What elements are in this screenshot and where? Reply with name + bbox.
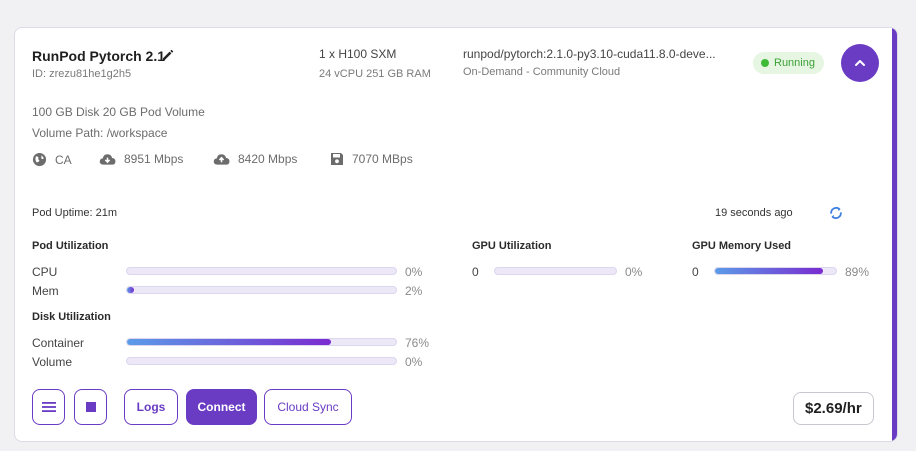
gpu-memory-title: GPU Memory Used: [692, 240, 792, 252]
disk-utilization-title: Disk Utilization: [32, 311, 111, 323]
container-progress-fill: [127, 339, 332, 345]
upload-speed: 8420 Mbps: [238, 152, 298, 166]
download-speed: 8951 Mbps: [124, 152, 184, 166]
gpu-spec: 24 vCPU 251 GB RAM: [319, 68, 431, 80]
mem-label: Mem: [32, 284, 59, 298]
collapse-button[interactable]: [841, 44, 879, 82]
stat-disk-speed: 7070 MBps: [330, 152, 413, 166]
stat-region: CA: [32, 152, 72, 167]
volume-label: Volume: [32, 355, 73, 369]
gpu-util-percent: 0%: [625, 265, 643, 279]
menu-button[interactable]: [32, 389, 65, 425]
card-accent-bar: [892, 28, 897, 441]
pod-card: RunPod Pytorch 2.1 ID: zrezu81he1g2h5 1 …: [14, 27, 898, 442]
volume-path: Volume Path: /workspace: [32, 126, 168, 140]
disk-info: 100 GB Disk 20 GB Pod Volume: [32, 105, 205, 119]
volume-progress-bar: [126, 357, 397, 365]
cloud-upload-icon: [213, 154, 230, 165]
container-label: Container: [32, 336, 85, 350]
refresh-icon[interactable]: [828, 205, 844, 221]
pod-utilization-title: Pod Utilization: [32, 240, 109, 252]
chevron-up-icon: [855, 60, 865, 66]
stat-download: 8951 Mbps: [99, 152, 183, 166]
gpu-mem-index: 0: [692, 265, 699, 279]
cpu-progress-bar: [126, 267, 397, 275]
floppy-disk-icon: [331, 153, 343, 165]
cpu-label: CPU: [32, 265, 58, 279]
region-label: CA: [55, 152, 72, 167]
container-percent: 76%: [405, 336, 430, 350]
connect-button[interactable]: Connect: [186, 389, 257, 425]
price-per-hour: $2.69/hr: [793, 392, 874, 425]
container-image: runpod/pytorch:2.1.0-py3.10-cuda11.8.0-d…: [463, 47, 716, 61]
pod-id: ID: zrezu81he1g2h5: [32, 68, 132, 80]
mem-percent: 2%: [405, 284, 423, 298]
globe-icon: [32, 152, 47, 167]
gpu-util-progress-bar: [494, 267, 617, 275]
container-progress-bar: [126, 338, 397, 346]
stat-upload: 8420 Mbps: [213, 152, 297, 166]
pod-name: RunPod Pytorch 2.1: [32, 48, 166, 64]
status-label: Running: [774, 57, 815, 69]
stop-button[interactable]: [74, 389, 107, 425]
status-dot-icon: [761, 59, 769, 67]
gpu-type: 1 x H100 SXM: [319, 47, 397, 61]
status-badge: Running: [753, 52, 824, 74]
gpu-mem-percent: 89%: [845, 265, 870, 279]
cloud-type: On-Demand - Community Cloud: [463, 66, 621, 78]
cloud-download-icon: [99, 154, 116, 165]
logs-button[interactable]: Logs: [124, 389, 178, 425]
gpu-utilization-title: GPU Utilization: [472, 240, 552, 252]
gpu-mem-progress-bar: [714, 267, 837, 275]
pod-uptime: Pod Uptime: 21m: [32, 207, 117, 219]
mem-progress-bar: [126, 286, 397, 294]
gpu-util-index: 0: [472, 265, 479, 279]
disk-speed: 7070 MBps: [352, 152, 413, 166]
hamburger-menu-icon: [41, 402, 56, 412]
volume-percent: 0%: [405, 355, 423, 369]
stop-square-icon: [85, 402, 96, 412]
cloud-sync-button[interactable]: Cloud Sync: [264, 389, 352, 425]
mem-progress-fill: [127, 287, 134, 293]
gpu-mem-progress-fill: [715, 268, 823, 274]
cpu-percent: 0%: [405, 265, 423, 279]
last-updated: 19 seconds ago: [715, 207, 793, 219]
pencil-icon[interactable]: [161, 48, 175, 62]
